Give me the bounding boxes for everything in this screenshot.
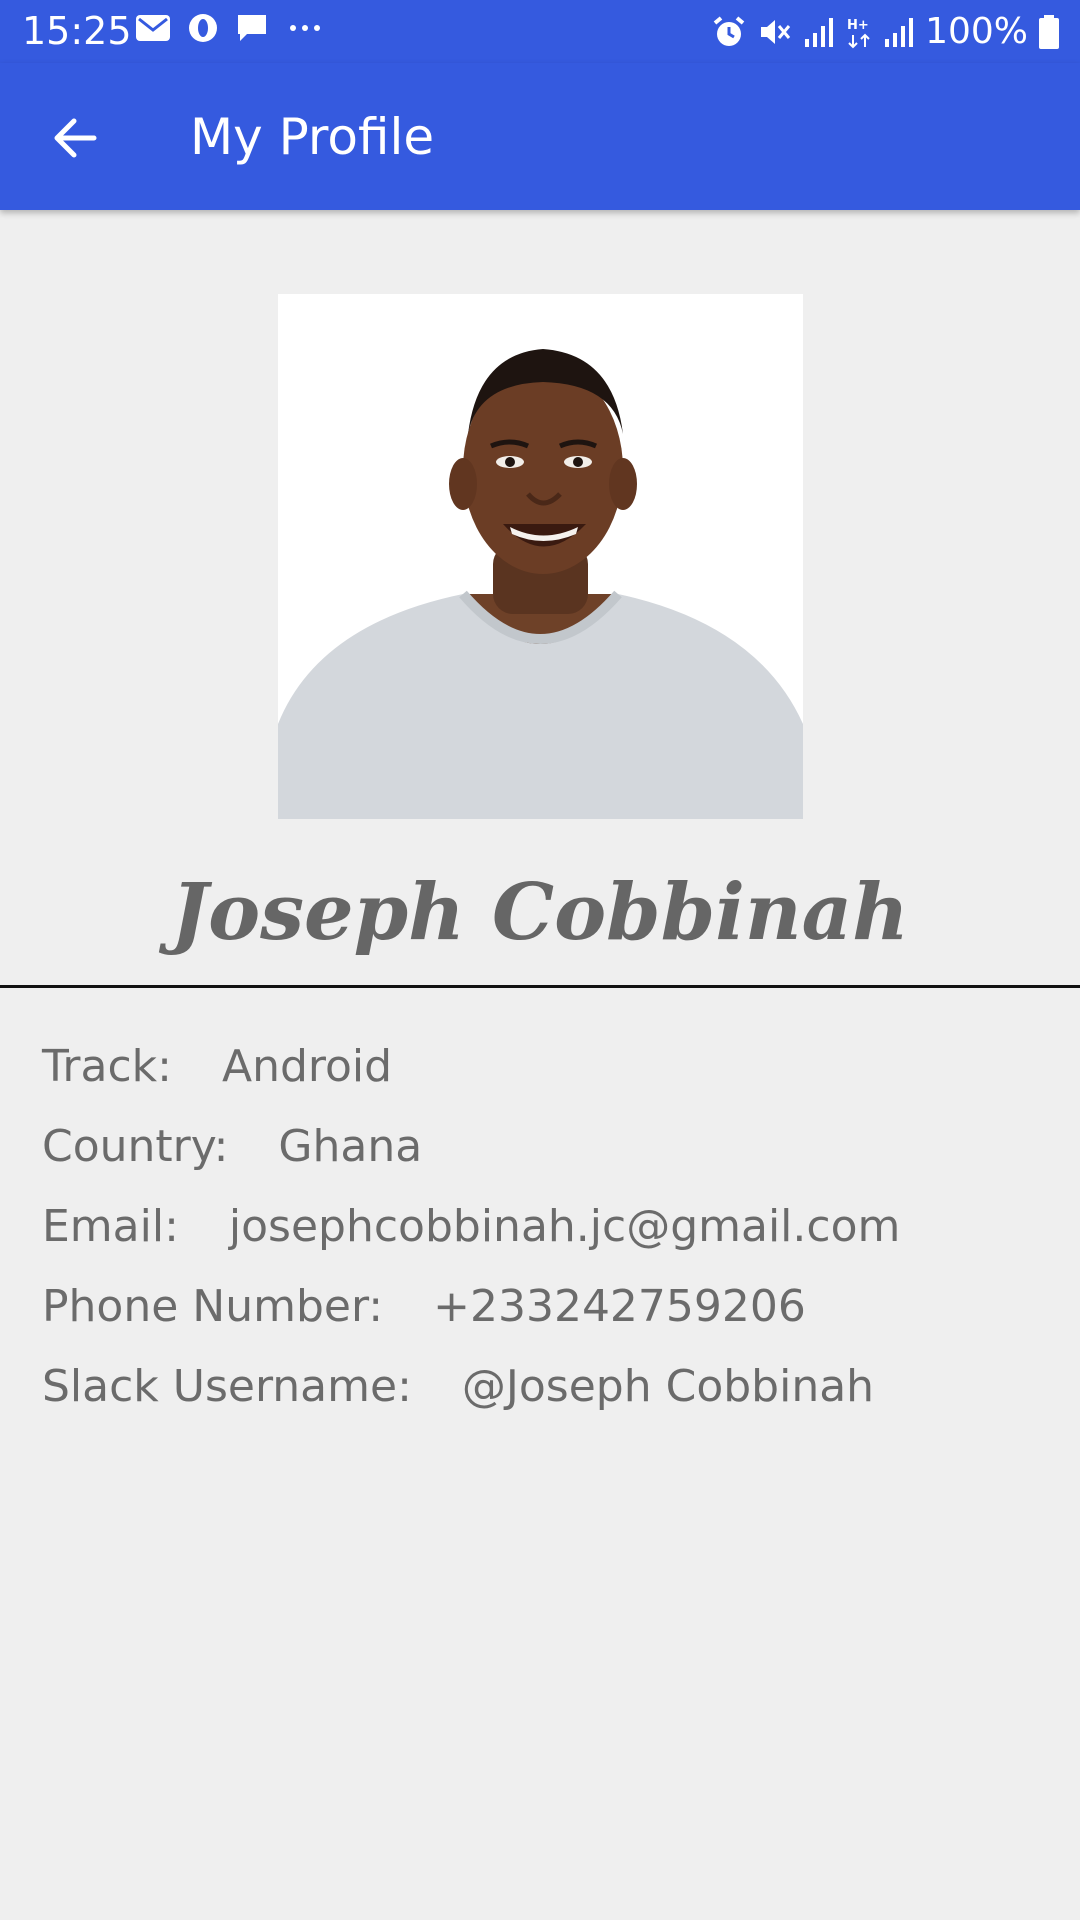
signal-icon	[805, 18, 834, 47]
email-value: josephcobbinah.jc@gmail.com	[228, 1200, 901, 1252]
message-icon	[238, 15, 266, 41]
signal-icon	[885, 18, 914, 47]
more-dots-icon	[290, 25, 320, 31]
data-hplus-icon: H+	[847, 18, 870, 49]
country-label: Country:	[42, 1120, 229, 1172]
divider	[0, 985, 1080, 988]
slack-value: @Joseph Cobbinah	[461, 1360, 875, 1412]
system-icons: H+ 100%	[711, 10, 1060, 54]
page-title: My Profile	[190, 108, 435, 166]
country-row: Country: Ghana	[42, 1106, 1042, 1186]
notification-icons	[135, 12, 325, 44]
slack-row: Slack Username: @Joseph Cobbinah	[42, 1346, 1042, 1426]
battery-percentage: 100%	[925, 11, 1028, 52]
profile-details: Track: Android Country: Ghana Email: jos…	[42, 1026, 1042, 1426]
phone-row: Phone Number: +233242759206	[42, 1266, 1042, 1346]
slack-label: Slack Username:	[42, 1360, 412, 1412]
mute-icon	[761, 20, 791, 44]
gmail-icon	[136, 15, 170, 41]
profile-photo	[278, 294, 803, 819]
alarm-icon	[713, 16, 745, 46]
phone-label: Phone Number:	[42, 1280, 384, 1332]
track-label: Track:	[42, 1040, 172, 1092]
email-row: Email: josephcobbinah.jc@gmail.com	[42, 1186, 1042, 1266]
svg-text:H+: H+	[847, 18, 869, 33]
status-bar: 15:25 H+ 100%	[0, 0, 1080, 63]
back-button[interactable]	[34, 103, 114, 173]
opera-icon	[189, 14, 217, 42]
track-value: Android	[221, 1040, 393, 1092]
track-row: Track: Android	[42, 1026, 1042, 1106]
profile-name: Joseph Cobbinah	[171, 867, 909, 958]
app-bar: My Profile	[0, 63, 1080, 210]
phone-value: +233242759206	[433, 1280, 806, 1332]
arrow-back-icon	[54, 118, 97, 158]
country-value: Ghana	[278, 1120, 423, 1172]
email-label: Email:	[42, 1200, 179, 1252]
status-time: 15:25	[22, 9, 132, 53]
battery-icon	[1039, 15, 1059, 49]
